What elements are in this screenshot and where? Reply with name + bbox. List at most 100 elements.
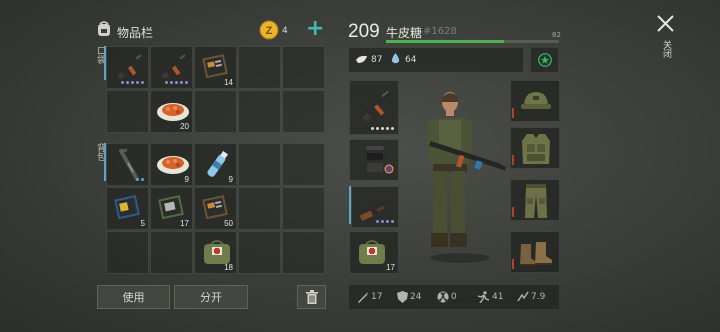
backpack-slot-15[interactable] xyxy=(282,231,325,274)
item-quantity: 14 xyxy=(224,78,233,87)
speed-icon xyxy=(477,291,490,303)
pocket-slot-6[interactable] xyxy=(106,90,149,133)
backpack-slot-9[interactable] xyxy=(238,187,281,230)
player-id: #1628 xyxy=(423,26,457,37)
food-plate-icon xyxy=(157,103,189,121)
book-icon xyxy=(114,195,140,220)
attack-icon xyxy=(358,292,368,303)
quality-dots xyxy=(165,81,188,84)
player-name: 牛皮糖 xyxy=(386,26,423,40)
player-level: 209 xyxy=(348,21,380,42)
xp-bar-fill xyxy=(386,40,504,43)
backpack-slot-2[interactable]: 9 xyxy=(150,143,193,186)
stat-speed: 41 xyxy=(477,291,503,303)
weapon-slot-primary[interactable] xyxy=(349,80,399,135)
trash-button[interactable] xyxy=(297,285,326,309)
vest-icon xyxy=(522,134,550,164)
quality-dots xyxy=(136,178,144,181)
book-icon xyxy=(202,195,228,220)
item-quantity: 5 xyxy=(140,219,145,228)
assault-rifle-icon xyxy=(158,54,188,80)
cap-icon xyxy=(521,92,551,109)
coin-icon: Z xyxy=(259,20,279,40)
add-coins-button[interactable]: + xyxy=(306,17,324,41)
food-value: 87 xyxy=(371,55,383,65)
pants-icon xyxy=(525,184,547,218)
pocket-slot-2[interactable] xyxy=(150,46,193,89)
item-quantity: 20 xyxy=(180,122,189,131)
backpack-slot-3[interactable]: 9 xyxy=(194,143,237,186)
character-model xyxy=(428,92,512,263)
quality-dots xyxy=(371,127,394,130)
quality-dots xyxy=(121,81,144,84)
backpack-slot-12[interactable] xyxy=(150,231,193,274)
feet-slot[interactable] xyxy=(510,231,560,273)
xp-bar xyxy=(386,40,559,43)
stat-radiation: 0 xyxy=(437,291,457,303)
stat-armor: 24 xyxy=(397,291,421,303)
inventory-screen: 物品栏 Z 4 + 口袋 背包 14 20 9 9 5 17 50 18 使用 … xyxy=(0,0,720,332)
inventory-title: 物品栏 xyxy=(117,26,154,40)
durability-indicator xyxy=(512,108,514,118)
coin-count: 4 xyxy=(282,26,288,36)
water-icon xyxy=(391,53,400,64)
item-quantity: 17 xyxy=(386,263,395,272)
backpack-slot-6[interactable]: 5 xyxy=(106,187,149,230)
boots-icon xyxy=(520,242,552,266)
water-value: 64 xyxy=(405,55,417,65)
status-badge[interactable] xyxy=(531,48,558,72)
backpack-slot-5[interactable] xyxy=(282,143,325,186)
body-slot[interactable] xyxy=(510,127,560,169)
backpack-slot-1[interactable] xyxy=(106,143,149,186)
backpack-slot-11[interactable] xyxy=(106,231,149,274)
pocket-slot-10[interactable] xyxy=(282,90,325,133)
book-icon xyxy=(158,195,184,220)
use-button[interactable]: 使用 xyxy=(97,285,170,309)
close-label[interactable]: 关闭 xyxy=(660,40,671,58)
quality-dots xyxy=(376,220,394,223)
pocket-slot-5[interactable] xyxy=(282,46,325,89)
food-icon xyxy=(356,55,367,63)
pocket-slot-1[interactable] xyxy=(106,46,149,89)
item-quantity: 17 xyxy=(180,219,189,228)
assault-rifle-icon xyxy=(359,90,391,122)
backpack-slot-14[interactable] xyxy=(238,231,281,274)
backpack-slot-13[interactable]: 18 xyxy=(194,231,237,274)
book-icon xyxy=(202,54,228,79)
legs-slot[interactable] xyxy=(510,179,560,221)
durability-indicator xyxy=(512,259,514,269)
backpack-slot-8[interactable]: 50 xyxy=(194,187,237,230)
pocket-slot-8[interactable] xyxy=(194,90,237,133)
backpack-slot-10[interactable] xyxy=(282,187,325,230)
head-slot[interactable] xyxy=(510,80,560,122)
backpack-icon xyxy=(98,21,110,36)
backpack-equip-slot[interactable] xyxy=(349,139,399,181)
assault-rifle-icon xyxy=(114,54,144,80)
crowbar-icon xyxy=(119,148,139,181)
pocket-slot-7[interactable]: 20 xyxy=(150,90,193,133)
weight-icon xyxy=(517,291,529,302)
item-quantity: 9 xyxy=(184,175,189,184)
durability-indicator xyxy=(512,207,514,217)
quick-slot[interactable]: 17 xyxy=(349,231,399,274)
item-quantity: 50 xyxy=(224,219,233,228)
stat-attack: 17 xyxy=(357,291,382,303)
food-plate-icon xyxy=(157,156,189,174)
pocket-slot-4[interactable] xyxy=(238,46,281,89)
armor-icon xyxy=(397,291,408,303)
stat-weight: 7.9 xyxy=(517,291,545,303)
trash-icon xyxy=(305,290,318,304)
radiation-icon xyxy=(437,291,449,303)
pocket-slot-3[interactable]: 14 xyxy=(194,46,237,89)
split-button[interactable]: 分开 xyxy=(174,285,248,309)
durability-indicator xyxy=(512,155,514,165)
close-icon[interactable] xyxy=(657,15,674,32)
star-icon xyxy=(537,53,552,67)
item-quantity: 9 xyxy=(228,175,233,184)
item-quantity: 18 xyxy=(224,263,233,272)
backpack-slot-4[interactable] xyxy=(238,143,281,186)
pocket-slot-9[interactable] xyxy=(238,90,281,133)
backpack-slot-7[interactable]: 17 xyxy=(150,187,193,230)
weapon-slot-secondary[interactable] xyxy=(351,186,399,228)
svg-text:Z: Z xyxy=(266,25,273,37)
